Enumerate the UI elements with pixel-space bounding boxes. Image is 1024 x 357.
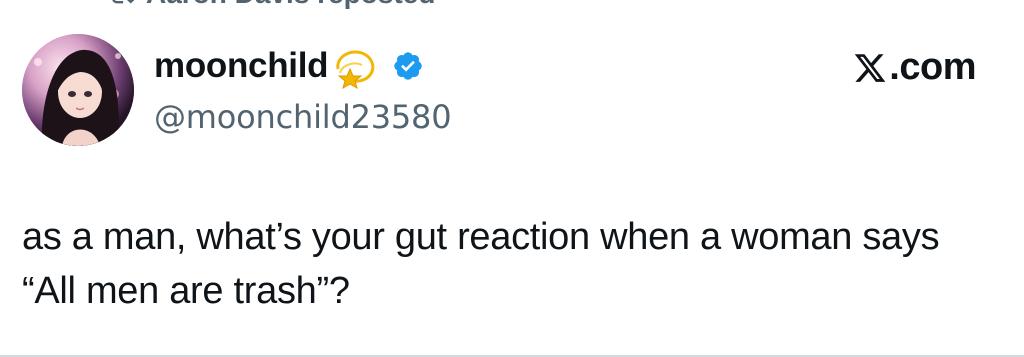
repost-indicator[interactable]: Aaron Davis reposted bbox=[108, 0, 435, 10]
verified-badge-icon[interactable] bbox=[392, 50, 424, 82]
repost-text: Aaron Davis reposted bbox=[146, 0, 435, 10]
tweet-text: as a man, what’s your gut reaction when … bbox=[22, 216, 940, 312]
display-name[interactable]: moonchild bbox=[154, 46, 329, 86]
brand-watermark: .com bbox=[853, 46, 976, 89]
x-logo-icon bbox=[855, 53, 886, 82]
user-handle[interactable]: @moonchild23580 bbox=[154, 98, 984, 136]
avatar-illustration bbox=[22, 34, 134, 146]
repost-icon bbox=[112, 0, 135, 4]
avatar[interactable] bbox=[22, 34, 134, 146]
brand-domain-text: .com bbox=[889, 46, 976, 88]
dizzy-emoji-icon bbox=[336, 50, 375, 89]
tweet-card: Aaron Davis reposted bbox=[0, 0, 1024, 357]
